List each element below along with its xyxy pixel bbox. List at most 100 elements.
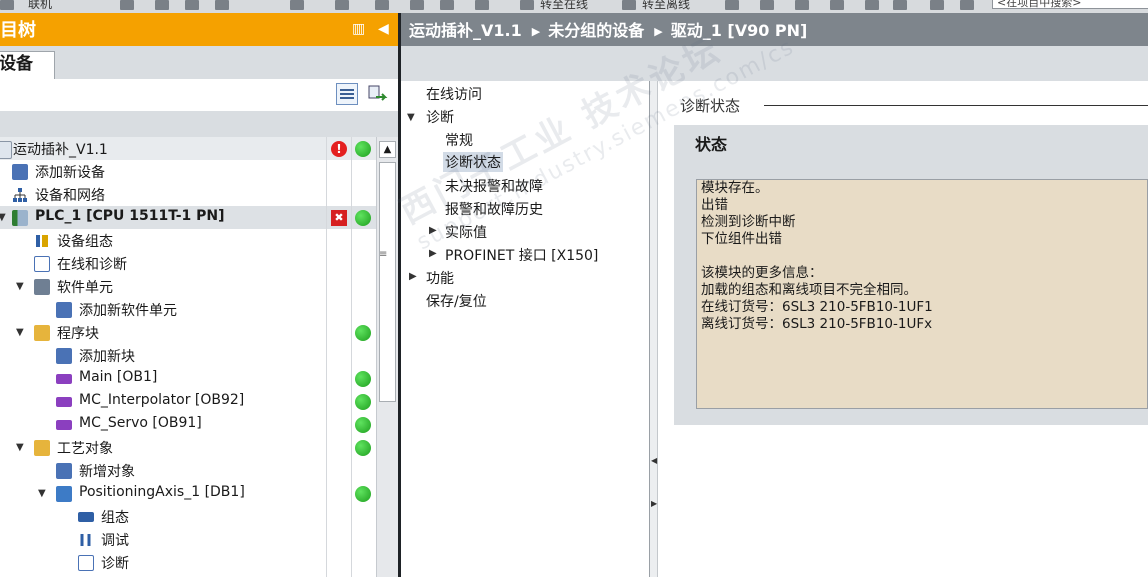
collapse-arrow-icon[interactable]: ▶ [409,271,417,282]
tree-row-add-object[interactable]: 新增对象 [0,459,376,482]
tree-scrollbar[interactable]: ▲ ≡ [376,137,398,577]
expand-arrow-icon[interactable]: ▼ [16,327,24,338]
overview-view-button[interactable] [336,83,358,105]
status-line: 下位组件出错 [701,231,782,247]
nav-functions[interactable]: 功能 [426,268,454,288]
ok-status-icon [355,210,371,226]
tree-row-diagnostics[interactable]: 诊断 [0,551,376,574]
editor-header: 运动插补_V1.1 ▶ 未分组的设备 ▶ 驱动_1 [V90 PN] [401,13,1148,46]
tree-row-project[interactable]: 运动插补_V1.1 [0,137,376,160]
tree-row-positioning-axis[interactable]: ▼ PositioningAxis_1 [DB1] [0,482,376,505]
split-horizontal-icon[interactable] [865,0,879,10]
nav-alarm-history[interactable]: 报警和故障历史 [445,199,543,219]
project-search-input[interactable]: <在项目中搜索> [992,0,1148,9]
tree-label: 调试 [101,533,129,549]
tree-row-add-device[interactable]: 添加新设备 [0,160,376,183]
nav-diagnostic-status[interactable]: 诊断状态 [443,152,503,172]
nav-pending-alarms[interactable]: 未决报警和故障 [445,176,543,196]
tree-row-technology-objects[interactable]: ▼ 工艺对象 [0,436,376,459]
dropdown-icon[interactable] [960,0,974,10]
expand-arrow-icon[interactable]: ▼ [16,281,24,292]
tree-row-devices-networks[interactable]: 设备和网络 [0,183,376,206]
go-online-icon[interactable] [520,0,534,10]
go-offline-icon[interactable] [622,0,636,10]
breadcrumb-device[interactable]: 驱动_1 [V90 PN] [671,21,808,40]
collapse-left-arrow-icon[interactable]: ◀ [651,456,657,465]
main-toolbar: 联机 转至在线 转至离线 <在项目中搜索> [0,0,1148,13]
split-vertical-icon[interactable] [893,0,907,10]
accessible-devices-icon[interactable] [725,0,739,10]
start-cpu-icon[interactable] [760,0,774,10]
toolbar-icon[interactable] [0,0,14,10]
cross-reference-icon[interactable] [830,0,844,10]
expand-arrow-icon[interactable]: ▼ [38,488,46,499]
tree-row-mc-servo[interactable]: MC_Servo [OB91] [0,413,376,436]
tree-row-program-blocks[interactable]: ▼ 程序块 [0,321,376,344]
collapse-arrow-icon[interactable]: ▶ [429,248,437,259]
tree-row-device-config[interactable]: 设备组态 [0,229,376,252]
status-line [701,248,1143,265]
paste-icon[interactable] [215,0,229,10]
tree-label: 程序块 [57,326,99,342]
expand-arrow-icon[interactable]: ▼ [407,112,415,123]
dock-icon[interactable]: ▥ [352,21,365,37]
stop-cpu-icon[interactable] [795,0,809,10]
tab-devices[interactable]: 设备 [0,51,55,80]
collapse-left-icon[interactable]: ◀ [378,21,389,37]
breadcrumb-separator-icon: ▶ [531,25,541,38]
breadcrumb-group[interactable]: 未分组的设备 [548,21,644,40]
tree-row-main-ob1[interactable]: Main [OB1] [0,367,376,390]
upload-icon[interactable] [440,0,454,10]
maximize-icon[interactable] [930,0,944,10]
simulate-icon[interactable] [475,0,489,10]
ob-block-icon [56,397,72,407]
tree-column-divider [351,137,352,577]
axis-icon [56,486,72,502]
nav-splitter[interactable]: ◀ ▶ [650,81,658,577]
nav-diagnostics[interactable]: 诊断 [426,107,454,127]
sync-tree-button[interactable] [366,83,388,105]
diagnostics-icon [78,555,94,571]
section-divider [764,105,1148,106]
redo-icon[interactable] [335,0,349,10]
status-line: 离线订货号：6SL3 210-5FB10-1UFx [701,316,933,332]
tree-row-plc[interactable]: ▼ PLC_1 [CPU 1511T-1 PN] [0,206,376,229]
go-offline-label[interactable]: 转至离线 [642,0,690,12]
tree-row-commissioning[interactable]: 调试 [0,528,376,551]
tree-row-add-block[interactable]: 添加新块 [0,344,376,367]
nav-save-reset[interactable]: 保存/复位 [426,291,487,311]
compile-icon[interactable] [375,0,389,10]
expand-arrow-icon[interactable]: ▼ [0,212,6,223]
tree-label: 在线和诊断 [57,257,127,273]
nav-online-access[interactable]: 在线访问 [426,84,482,104]
nav-profinet-interface[interactable]: PROFINET 接口 [X150] [445,245,598,265]
tree-row-configuration[interactable]: 组态 [0,505,376,528]
scroll-thumb[interactable] [379,162,396,402]
project-tree-tabs: 设备 [0,46,398,80]
expand-right-arrow-icon[interactable]: ▶ [651,499,657,508]
status-line: 模块存在。 [701,180,769,196]
undo-icon[interactable] [290,0,304,10]
collapse-arrow-icon[interactable]: ▶ [429,225,437,236]
copy-icon[interactable] [185,0,199,10]
nav-general[interactable]: 常规 [445,130,473,150]
tree-row-software-units[interactable]: ▼ 软件单元 [0,275,376,298]
configuration-icon [78,512,94,522]
go-online-label[interactable]: 转至在线 [540,0,588,12]
nav-actual-values[interactable]: 实际值 [445,222,487,242]
tree-row-add-software-unit[interactable]: 添加新软件单元 [0,298,376,321]
tree-row-mc-interpolator[interactable]: MC_Interpolator [OB92] [0,390,376,413]
breadcrumb-separator-icon: ▶ [654,25,663,38]
folder-icon [34,325,50,341]
tree-row-online-diag[interactable]: 在线和诊断 [0,252,376,275]
commissioning-icon [78,532,94,548]
scroll-up-icon[interactable]: ▲ [379,141,396,158]
expand-arrow-icon[interactable]: ▼ [16,442,24,453]
save-icon[interactable] [120,0,134,10]
breadcrumb: 运动插补_V1.1 ▶ 未分组的设备 ▶ 驱动_1 [V90 PN] [409,17,813,41]
cut-icon[interactable] [155,0,169,10]
project-tree-header: 目树 ▥ ◀ [0,13,398,46]
breadcrumb-project[interactable]: 运动插补_V1.1 [409,21,522,40]
toolbar-label-online[interactable]: 联机 [28,0,52,12]
download-icon[interactable] [410,0,424,10]
